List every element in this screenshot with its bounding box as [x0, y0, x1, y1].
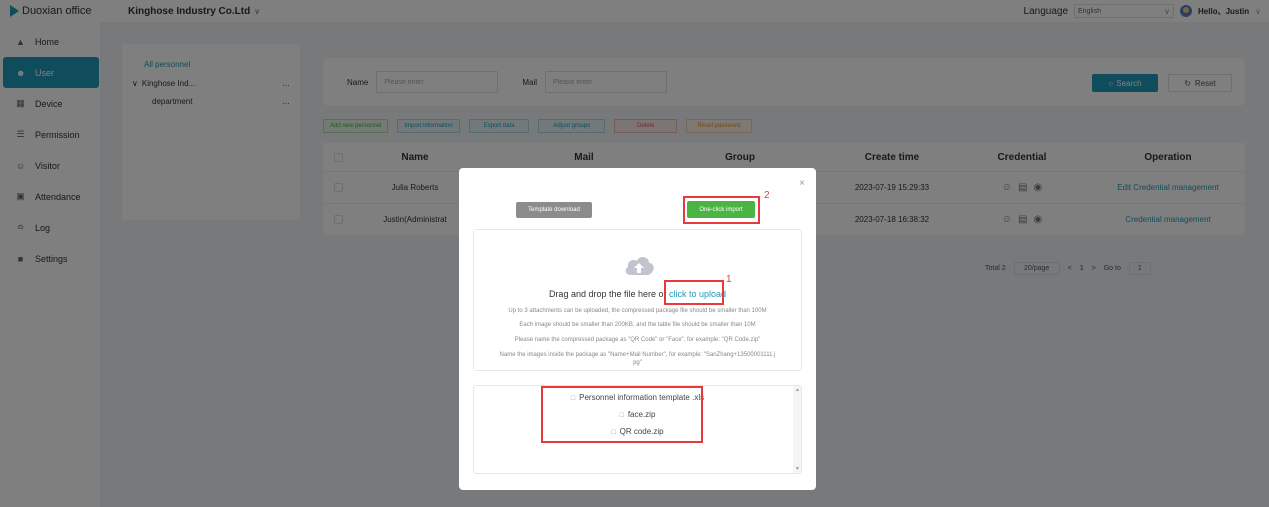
upload-hint: Please name the compressed package as "Q…	[514, 337, 761, 343]
scroll-up-icon[interactable]: ▲	[795, 387, 800, 393]
upload-dropzone[interactable]: Drag and drop the file here or click to …	[473, 229, 802, 371]
file-list-scrollbar[interactable]: ▲ ▼	[793, 386, 801, 473]
annotation-number-2: 2	[764, 190, 770, 201]
scroll-down-icon[interactable]: ▼	[795, 466, 800, 472]
annotation-box-files	[541, 386, 703, 443]
upload-hint: Up to 3 attachments can be uploaded, the…	[508, 308, 767, 314]
upload-cloud-icon	[625, 257, 654, 275]
close-icon[interactable]: ×	[799, 178, 805, 189]
annotation-box-1	[664, 280, 724, 305]
drag-text-label: Drag and drop the file here or	[548, 289, 670, 299]
template-download-button[interactable]: Template download	[516, 202, 592, 218]
annotation-box-2	[683, 196, 760, 224]
import-dialog: × Template download One-click import 2 D…	[459, 168, 816, 490]
upload-hint: pg"	[633, 360, 642, 366]
upload-hint: Name the images inside the package as "N…	[499, 352, 776, 358]
annotation-number-1: 1	[726, 274, 732, 285]
drag-drop-text: Drag and drop the file here or click to …	[474, 289, 801, 299]
upload-hint: Each image should be smaller than 200KB,…	[519, 322, 756, 328]
